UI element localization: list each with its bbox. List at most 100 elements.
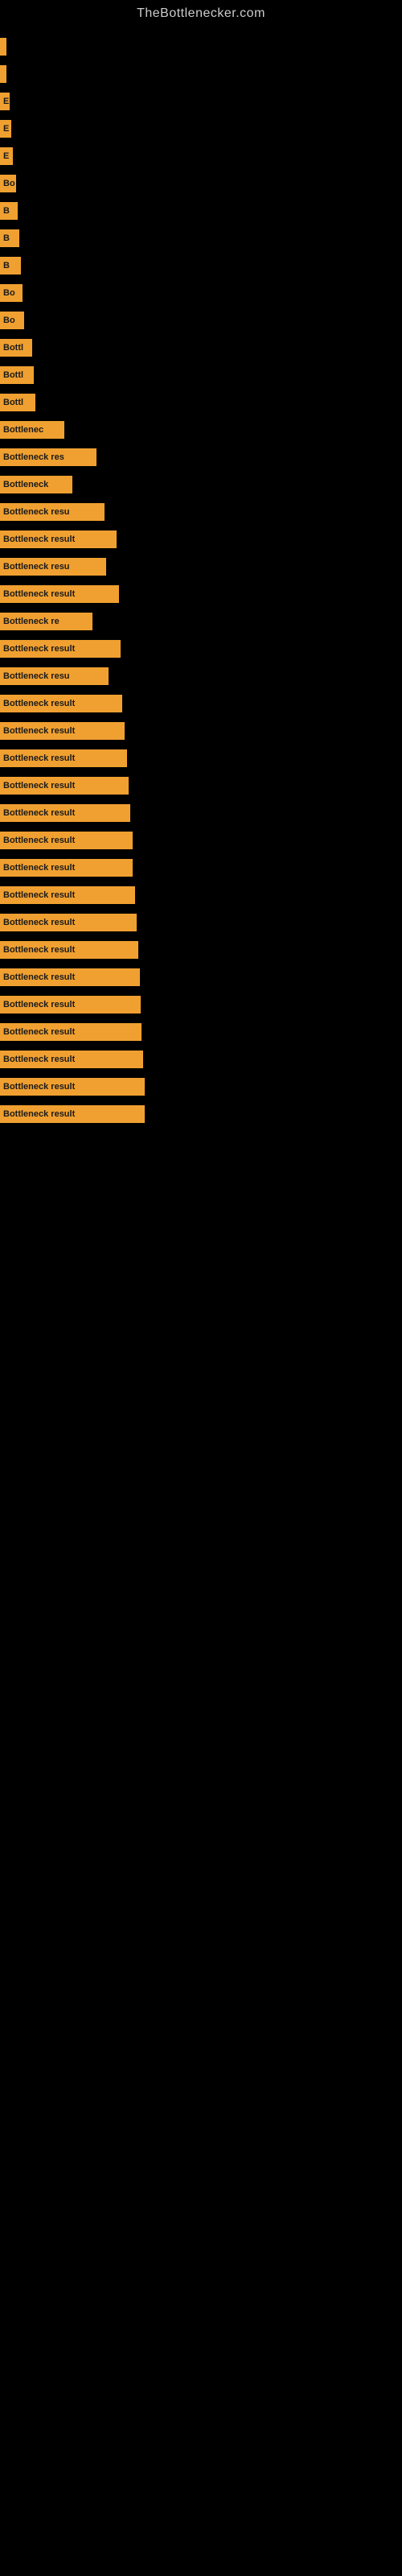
bar-row: Bottleneck resu — [0, 501, 402, 523]
bar-row: E — [0, 145, 402, 167]
bar-label-14: Bottlenec — [3, 425, 43, 435]
bar-7: B — [0, 229, 19, 247]
bar-row — [0, 35, 402, 58]
bar-row: Bo — [0, 172, 402, 195]
bar-row: Bottleneck result — [0, 583, 402, 605]
bar-label-31: Bottleneck result — [3, 890, 75, 900]
bar-label-6: B — [3, 206, 10, 216]
bar-34: Bottleneck result — [0, 968, 140, 986]
bar-23: Bottleneck resu — [0, 667, 109, 685]
bar-label-12: Bottl — [3, 370, 23, 380]
bar-label-19: Bottleneck resu — [3, 562, 70, 572]
bar-6: B — [0, 202, 18, 220]
bar-label-34: Bottleneck result — [3, 972, 75, 982]
bar-label-30: Bottleneck result — [3, 863, 75, 873]
bar-label-8: B — [3, 261, 10, 270]
bar-26: Bottleneck result — [0, 749, 127, 767]
bar-5: Bo — [0, 175, 16, 192]
bar-label-22: Bottleneck result — [3, 644, 75, 654]
bar-row: Bottleneck result — [0, 966, 402, 989]
bar-label-13: Bottl — [3, 398, 23, 407]
bar-row — [0, 63, 402, 85]
bar-35: Bottleneck result — [0, 996, 141, 1013]
bar-label-2: E — [3, 97, 9, 106]
bar-row: Bottleneck result — [0, 528, 402, 551]
bar-row: B — [0, 227, 402, 250]
bar-31: Bottleneck result — [0, 886, 135, 904]
bar-label-33: Bottleneck result — [3, 945, 75, 955]
bar-19: Bottleneck resu — [0, 558, 106, 576]
bar-28: Bottleneck result — [0, 804, 130, 822]
bar-label-37: Bottleneck result — [3, 1055, 75, 1064]
bar-row: Bottl — [0, 364, 402, 386]
bar-17: Bottleneck resu — [0, 503, 105, 521]
bar-row: Bottleneck result — [0, 911, 402, 934]
bar-16: Bottleneck — [0, 476, 72, 493]
bar-4: E — [0, 147, 13, 165]
bar-label-18: Bottleneck result — [3, 535, 75, 544]
bar-label-4: E — [3, 151, 9, 161]
bar-0 — [0, 38, 6, 56]
bar-row: Bottleneck re — [0, 610, 402, 633]
bar-27: Bottleneck result — [0, 777, 129, 795]
bar-33: Bottleneck result — [0, 941, 138, 959]
bar-label-15: Bottleneck res — [3, 452, 64, 462]
bar-row: Bottl — [0, 391, 402, 414]
bar-20: Bottleneck result — [0, 585, 119, 603]
bar-row: Bottleneck resu — [0, 665, 402, 687]
bar-label-25: Bottleneck result — [3, 726, 75, 736]
bar-label-26: Bottleneck result — [3, 753, 75, 763]
bar-label-32: Bottleneck result — [3, 918, 75, 927]
bar-label-7: B — [3, 233, 10, 243]
bar-32: Bottleneck result — [0, 914, 137, 931]
bar-row: Bottleneck result — [0, 692, 402, 715]
bar-39: Bottleneck result — [0, 1105, 145, 1123]
bar-row: B — [0, 200, 402, 222]
bar-row: Bottleneck result — [0, 857, 402, 879]
bar-label-11: Bottl — [3, 343, 23, 353]
bar-label-16: Bottleneck — [3, 480, 48, 489]
bar-36: Bottleneck result — [0, 1023, 142, 1041]
bar-label-23: Bottleneck resu — [3, 671, 70, 681]
bar-label-21: Bottleneck re — [3, 617, 59, 626]
bar-29: Bottleneck result — [0, 832, 133, 849]
bar-13: Bottl — [0, 394, 35, 411]
bar-38: Bottleneck result — [0, 1078, 145, 1096]
bar-row: Bottleneck resu — [0, 555, 402, 578]
bar-label-5: Bo — [3, 179, 15, 188]
bar-label-29: Bottleneck result — [3, 836, 75, 845]
bar-row: Bottl — [0, 336, 402, 359]
bar-1 — [0, 65, 6, 83]
bar-row: Bottleneck res — [0, 446, 402, 469]
bar-14: Bottlenec — [0, 421, 64, 439]
bars-container: E E E Bo B B B Bo Bo Bottl Bottl Bottl Bottlenec Bott… — [0, 27, 402, 1138]
bar-row: Bo — [0, 309, 402, 332]
bar-row: Bottleneck — [0, 473, 402, 496]
bar-label-17: Bottleneck resu — [3, 507, 70, 517]
bar-row: Bottleneck result — [0, 1048, 402, 1071]
bar-label-28: Bottleneck result — [3, 808, 75, 818]
bar-21: Bottleneck re — [0, 613, 92, 630]
bar-row: Bottleneck result — [0, 747, 402, 770]
site-title: TheBottlenecker.com — [0, 0, 402, 27]
bar-label-38: Bottleneck result — [3, 1082, 75, 1092]
bar-row: Bottleneck result — [0, 993, 402, 1016]
bar-label-39: Bottleneck result — [3, 1109, 75, 1119]
bar-label-36: Bottleneck result — [3, 1027, 75, 1037]
bar-24: Bottleneck result — [0, 695, 122, 712]
bar-8: B — [0, 257, 21, 275]
bar-30: Bottleneck result — [0, 859, 133, 877]
bar-label-10: Bo — [3, 316, 15, 325]
bar-12: Bottl — [0, 366, 34, 384]
bar-row: Bottleneck result — [0, 939, 402, 961]
bar-row: Bottlenec — [0, 419, 402, 441]
bar-label-27: Bottleneck result — [3, 781, 75, 791]
bar-row: Bottleneck result — [0, 802, 402, 824]
bar-label-3: E — [3, 124, 9, 134]
bar-37: Bottleneck result — [0, 1051, 143, 1068]
bar-row: Bottleneck result — [0, 638, 402, 660]
bar-row: Bo — [0, 282, 402, 304]
bar-row: Bottleneck result — [0, 774, 402, 797]
bar-row: Bottleneck result — [0, 829, 402, 852]
bar-label-9: Bo — [3, 288, 15, 298]
